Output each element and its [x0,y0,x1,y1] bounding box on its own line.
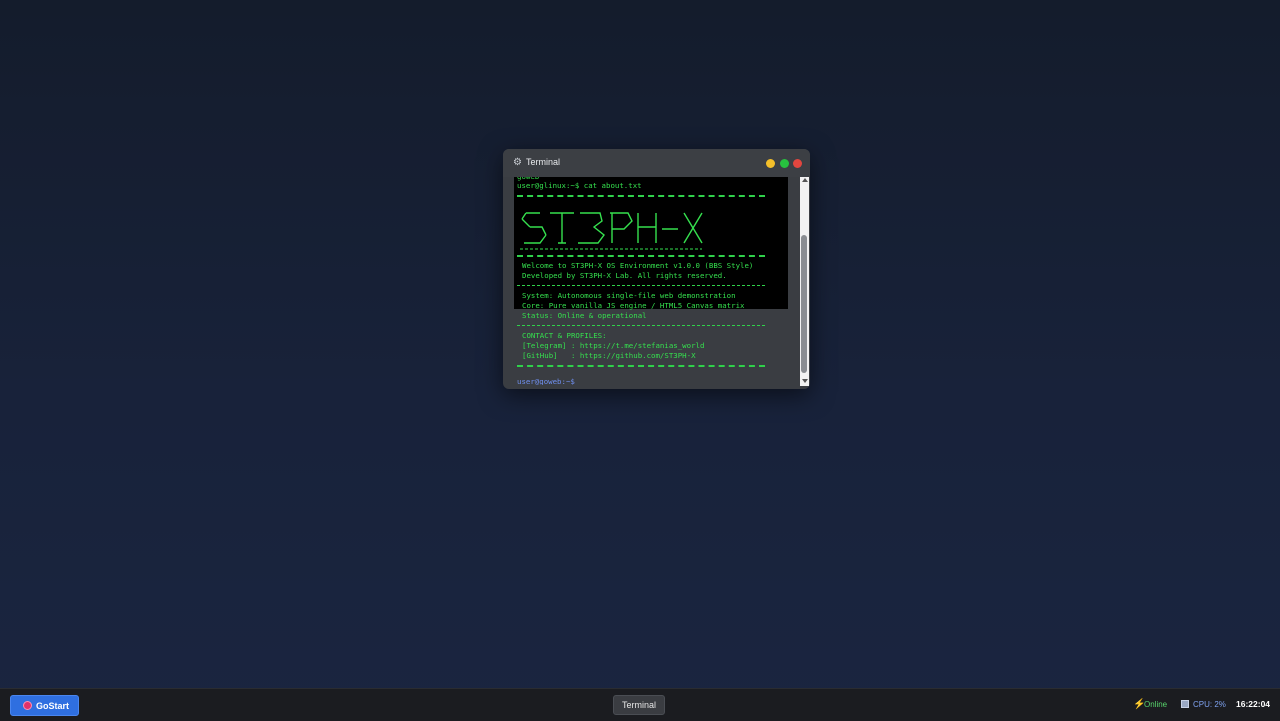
terminal-titlebar[interactable]: ⚙ Terminal [503,149,810,177]
welcome-line: Welcome to ST3PH-X OS Environment v1.0.0… [522,261,754,270]
terminal-window[interactable]: ⚙ Terminal goweb user@glinux:~$ cat abou… [503,149,810,389]
taskbar-item-terminal[interactable]: Terminal [613,695,665,715]
maximize-button[interactable] [780,159,789,168]
divider [517,365,765,367]
status-line: Status: Online & operational [522,311,647,320]
system-line: System: Autonomous single-file web demon… [522,291,736,300]
desktop: ⚙ Terminal goweb user@glinux:~$ cat abou… [0,0,1280,688]
close-button[interactable] [793,159,802,168]
scroll-down-arrow-icon[interactable] [802,379,808,383]
divider [517,325,765,326]
start-logo-icon [23,701,32,710]
start-button[interactable]: GoStart [10,695,79,716]
window-title: Terminal [526,157,561,167]
contact-header: CONTACT & PROFILES: [522,331,607,340]
gear-icon: ⚙ [513,157,522,168]
cpu-chart-icon [1181,700,1189,708]
taskbar: GoStart Terminal ⚡ Online CPU: 2% 16:22:… [0,688,1280,721]
terminal-scrollbar[interactable] [800,177,809,386]
ascii-art-logo [520,212,703,250]
divider [517,285,765,286]
terminal-command-line: user@glinux:~$ cat about.txt [517,181,642,190]
divider [517,195,765,197]
core-line: Core: Pure vanilla JS engine / HTML5 Can… [522,301,745,310]
scroll-up-arrow-icon[interactable] [802,178,808,182]
divider [517,255,765,257]
network-status[interactable]: Online [1144,700,1167,710]
github-link[interactable]: [GitHub] : https://github.com/ST3PH-X [522,351,696,361]
clock[interactable]: 16:22:04 [1236,699,1270,710]
terminal-prompt[interactable]: user@goweb:~$ [517,377,575,385]
start-label: GoStart [36,701,70,711]
developed-line: Developed by ST3PH-X Lab. All rights res… [522,271,727,280]
minimize-button[interactable] [766,159,775,168]
telegram-link[interactable]: [Telegram] : https://t.me/stefanias_worl… [522,341,704,351]
taskbar-item-label: Terminal [621,700,656,710]
terminal-output[interactable]: goweb user@glinux:~$ cat about.txt Welco… [512,177,799,385]
scrollbar-thumb[interactable] [801,235,807,373]
cpu-usage[interactable]: CPU: 2% [1193,700,1226,710]
